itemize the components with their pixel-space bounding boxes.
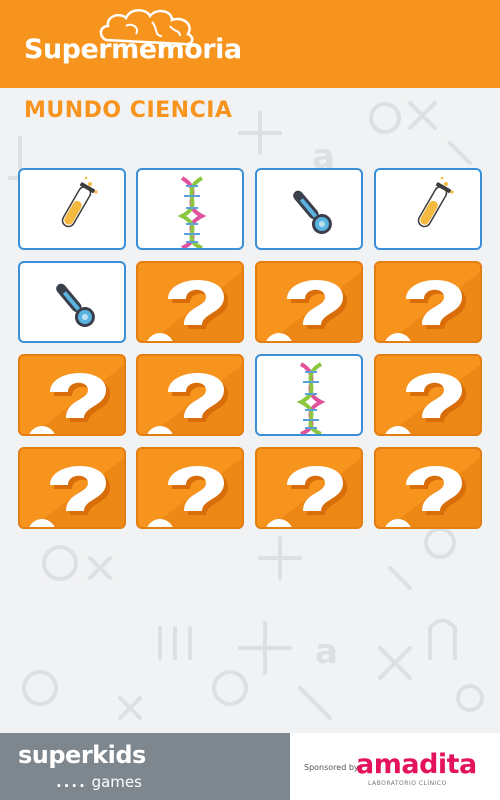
memory-card-2-1[interactable] xyxy=(18,261,126,343)
memory-card-3-3[interactable] xyxy=(255,354,363,436)
svg-text:a: a xyxy=(315,632,338,672)
memory-card-1-2[interactable] xyxy=(136,168,244,250)
memory-card-2-2[interactable] xyxy=(136,261,244,343)
memory-card-3-1[interactable] xyxy=(18,354,126,436)
category-title: MUNDO CIENCIA xyxy=(24,98,233,123)
question-mark-icon xyxy=(385,458,480,527)
question-mark-icon xyxy=(147,365,242,434)
question-mark-icon xyxy=(266,272,361,341)
sponsor-logo[interactable]: amadita xyxy=(356,749,477,780)
memory-card-1-1[interactable] xyxy=(18,168,126,250)
superkids-banner[interactable]: superkids .... games xyxy=(0,733,290,800)
question-mark-icon xyxy=(385,365,480,434)
memory-card-1-3[interactable] xyxy=(255,168,363,250)
question-mark-icon xyxy=(385,272,480,341)
memory-card-1-4[interactable] xyxy=(374,168,482,250)
question-mark-icon xyxy=(29,458,124,527)
memory-card-2-3[interactable] xyxy=(255,261,363,343)
memory-card-4-3[interactable] xyxy=(255,447,363,529)
memory-card-4-1[interactable] xyxy=(18,447,126,529)
header-bar: Supermemoria xyxy=(0,0,500,88)
app-logo: Supermemoria xyxy=(24,34,242,65)
test-tube-icon xyxy=(417,176,454,228)
question-mark-icon xyxy=(266,458,361,527)
thermometer-icon xyxy=(56,283,95,328)
question-mark-icon xyxy=(29,365,124,434)
sponsored-label: Sponsored by xyxy=(304,763,359,772)
thermometer-icon xyxy=(293,190,332,235)
memory-card-2-4[interactable] xyxy=(374,261,482,343)
memory-card-4-4[interactable] xyxy=(374,447,482,529)
memory-card-4-2[interactable] xyxy=(136,447,244,529)
question-mark-icon xyxy=(147,458,242,527)
test-tube-icon xyxy=(61,176,98,228)
superkids-games-label: .... games xyxy=(56,773,142,791)
memory-card-3-4[interactable] xyxy=(374,354,482,436)
dots: .... xyxy=(56,773,87,791)
question-mark-icon xyxy=(147,272,242,341)
dna-icon xyxy=(177,176,207,248)
sponsor-subtitle: LABORATORIO CLÍNICO xyxy=(368,780,447,787)
games-text: games xyxy=(91,773,142,791)
dna-icon xyxy=(296,362,326,434)
memory-card-3-2[interactable] xyxy=(136,354,244,436)
superkids-logo: superkids xyxy=(18,741,146,769)
